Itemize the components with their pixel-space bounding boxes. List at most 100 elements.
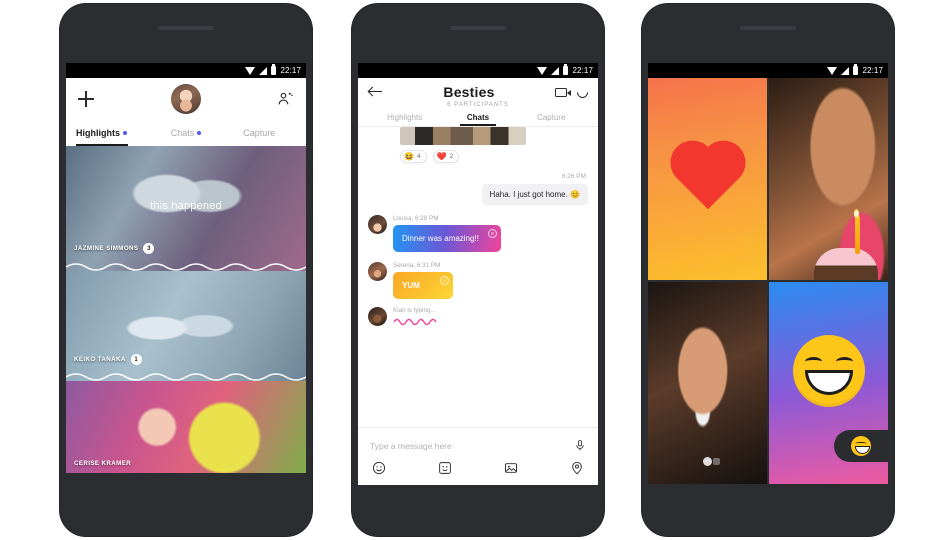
back-arrow-icon[interactable]: [368, 86, 383, 98]
status-bar: 22:17: [66, 63, 306, 78]
emoji-mouth: [804, 369, 853, 395]
message-list[interactable]: 😆 4 ❤️ 2 6:26 PM Haha. I just got home. …: [358, 127, 598, 365]
earpiece-speaker: [158, 26, 214, 30]
phone-device-1: 22:17 Highlights Chats Capture this happ…: [60, 4, 312, 536]
composer-tools: [358, 461, 598, 485]
participant-video-tile-2[interactable]: [648, 282, 767, 484]
emoji-reaction-tile[interactable]: [769, 282, 888, 484]
laugh-emoji-icon: 😆: [404, 151, 414, 161]
tab-highlights-label: Highlights: [387, 113, 423, 122]
tab-chats-dot: [197, 131, 202, 135]
heart-icon: [676, 147, 739, 210]
highlight-card-1[interactable]: this happened JAZMINE SIMMONS 3: [66, 146, 306, 271]
highlight-name-3: CERISE KRAMER: [74, 460, 132, 467]
phone1-tabs: Highlights Chats Capture: [66, 120, 306, 146]
avatar-louisa: [368, 215, 387, 234]
add-icon[interactable]: [78, 91, 94, 107]
tab-chats[interactable]: Chats: [441, 113, 514, 126]
audio-call-icon[interactable]: [574, 84, 591, 100]
image-icon[interactable]: [504, 461, 518, 475]
highlight-card-2[interactable]: KEIKO TANAKA 1: [66, 271, 306, 381]
reaction-fab-emoji-icon: [851, 436, 871, 456]
typing-indicator-text: Kian is typing...: [393, 307, 436, 314]
message-text-louisa: Dinner was amazing!!: [402, 234, 479, 243]
wavy-divider-2: [66, 373, 306, 381]
highlight-label-1: JAZMINE SIMMONS 3: [74, 243, 155, 254]
tab-chats-label: Chats: [170, 128, 195, 138]
wifi-icon: [827, 66, 838, 75]
cupcake-prop: [814, 248, 878, 280]
phone1-top-bar: [66, 78, 306, 120]
tab-chats[interactable]: Chats: [149, 120, 222, 146]
video-call-grid: [648, 78, 888, 484]
participants-count: 6 PARTICIPANTS: [447, 102, 509, 108]
phone-device-2: 22:17 Besties 6 PARTICIPANTS Highlights: [352, 4, 604, 536]
outgoing-message-bubble[interactable]: Haha. I just got home. 😊: [481, 184, 588, 205]
earpiece-speaker-3: [740, 26, 796, 30]
tab-highlights-dot: [123, 131, 127, 135]
signal-icon: [841, 66, 850, 75]
tab-highlights[interactable]: Highlights: [368, 113, 441, 126]
highlight-caption: this happened: [150, 200, 222, 212]
tile-badge-icon: [713, 458, 721, 465]
phone2-screen: 22:17 Besties 6 PARTICIPANTS Highlights: [358, 63, 598, 485]
participant-video-tile-1[interactable]: [769, 78, 888, 280]
profile-avatar[interactable]: [170, 84, 201, 114]
highlights-feed[interactable]: this happened JAZMINE SIMMONS 3 KEIKO TA…: [66, 146, 306, 473]
wifi-icon: [537, 66, 548, 75]
typing-indicator-row: Kian is typing...: [368, 307, 588, 326]
emoji-eye-right: [835, 356, 853, 366]
tab-capture[interactable]: Capture: [223, 120, 296, 146]
signal-icon: [551, 66, 560, 75]
reaction-fab[interactable]: [834, 430, 888, 462]
microphone-icon[interactable]: [574, 438, 586, 453]
photo-attachment[interactable]: [400, 127, 526, 145]
location-icon[interactable]: [570, 461, 584, 475]
chat-title: Besties: [443, 84, 495, 100]
tab-chats-label: Chats: [466, 113, 490, 122]
avatar-kian: [368, 307, 387, 326]
message-meta-louisa: Louisa, 6:28 PM: [393, 215, 439, 222]
signal-icon: [259, 66, 268, 75]
highlight-card-3[interactable]: CERISE KRAMER: [66, 381, 306, 473]
message-composer: Type a message here: [358, 427, 598, 485]
typing-wave-icon: [393, 318, 437, 326]
emoji-icon[interactable]: [372, 461, 386, 475]
mute-indicator-icon: [702, 457, 712, 466]
bubble-menu-icon[interactable]: ≡: [487, 229, 497, 238]
phone-device-3: 22:17: [642, 4, 894, 536]
incoming-message-bubble-louisa[interactable]: Dinner was amazing!! ≡: [393, 225, 501, 252]
message-input[interactable]: Type a message here: [370, 441, 452, 451]
message-row-louisa[interactable]: Louisa, 6:28 PM Dinner was amazing!! ≡: [368, 215, 588, 252]
tab-capture-label: Capture: [243, 128, 276, 138]
chat-header: Besties 6 PARTICIPANTS Highlights Chats: [358, 78, 598, 126]
highlight-name-2: KEIKO TANAKA: [74, 356, 126, 363]
add-contact-icon[interactable]: [277, 91, 294, 107]
tab-highlights-label: Highlights: [76, 128, 120, 138]
status-clock: 22:17: [572, 65, 593, 75]
reaction-pill-laugh[interactable]: 😆 4: [400, 150, 427, 163]
tab-capture[interactable]: Capture: [515, 113, 588, 126]
avatar-serena: [368, 262, 387, 281]
earpiece-speaker-2: [450, 26, 506, 30]
sticker-icon[interactable]: [438, 461, 452, 475]
heart-emoji-icon: ❤️: [436, 151, 447, 161]
tab-highlights[interactable]: Highlights: [76, 120, 149, 146]
phone1-screen: 22:17 Highlights Chats Capture this happ…: [66, 63, 306, 473]
reaction-count-laugh: 4: [416, 153, 421, 160]
bubble-menu-icon[interactable]: ≡: [440, 276, 449, 285]
battery-icon: [853, 64, 859, 75]
candle-prop: [855, 216, 860, 254]
outgoing-timestamp: 6:26 PM: [561, 173, 586, 180]
heart-reaction-tile[interactable]: [648, 78, 767, 280]
video-call-icon[interactable]: [555, 87, 571, 97]
highlight-count-2: 1: [130, 354, 142, 365]
incoming-message-bubble-serena[interactable]: YUM ≡: [393, 272, 453, 299]
wavy-divider-1: [66, 263, 306, 271]
message-row-serena[interactable]: Serena, 6:31 PM YUM ≡: [368, 262, 588, 299]
message-meta-serena: Serena, 6:31 PM: [393, 262, 441, 269]
emoji-eye-left: [804, 356, 822, 366]
tab-capture-label: Capture: [537, 113, 566, 122]
reaction-pill-heart[interactable]: ❤️ 2: [432, 150, 460, 163]
highlight-name-1: JAZMINE SIMMONS: [74, 245, 139, 252]
